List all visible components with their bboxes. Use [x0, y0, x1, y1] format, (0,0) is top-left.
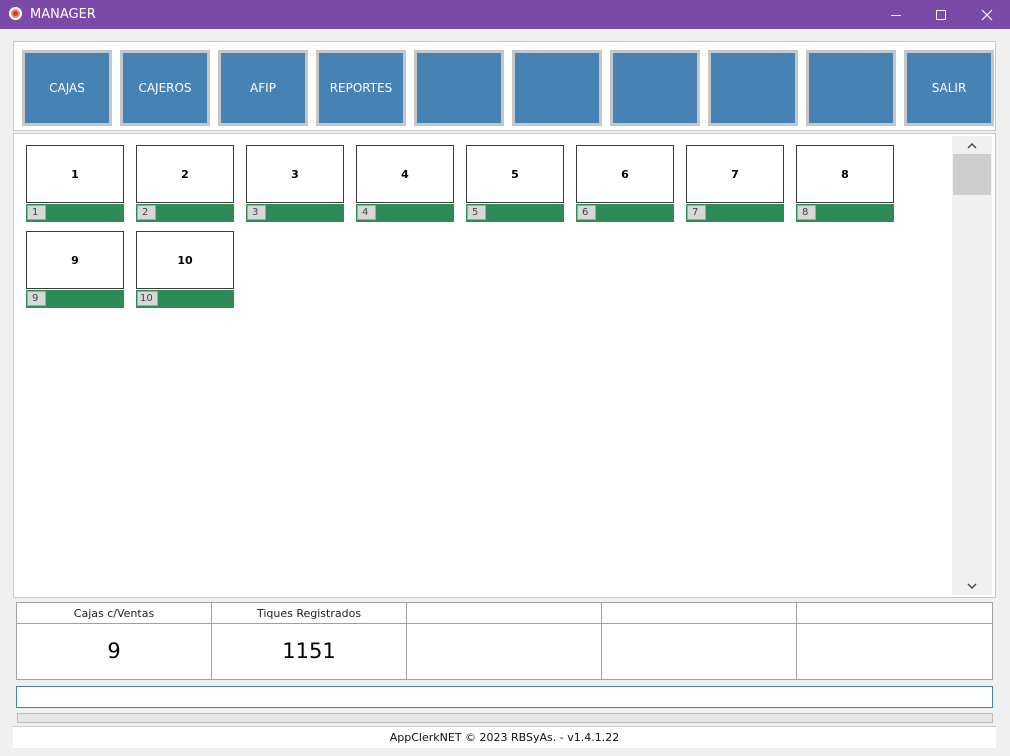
register-title: 7 — [686, 145, 784, 203]
register-tile-2[interactable]: 2 2 — [136, 145, 234, 222]
register-title: 9 — [26, 231, 124, 289]
title-bar: MANAGER — [0, 0, 1010, 29]
register-title: 1 — [26, 145, 124, 203]
stat-empty-3 — [407, 603, 602, 679]
afip-button[interactable]: AFIP — [218, 50, 308, 126]
register-badge: 9 — [27, 291, 46, 306]
register-title: 2 — [136, 145, 234, 203]
stat-label — [407, 603, 601, 624]
registers-grid: 1 1 2 2 3 3 4 4 5 5 6 6 7 7 8 8 9 9 10 1… — [13, 133, 996, 598]
register-title: 3 — [246, 145, 344, 203]
register-tile-1[interactable]: 1 1 — [26, 145, 124, 222]
register-title: 4 — [356, 145, 454, 203]
stat-empty-4 — [602, 603, 797, 679]
stat-label — [602, 603, 796, 624]
register-status-bar: 6 — [576, 204, 674, 222]
chevron-down-icon — [967, 583, 977, 589]
register-status-bar: 1 — [26, 204, 124, 222]
cajeros-button[interactable]: CAJEROS — [120, 50, 210, 126]
register-badge: 6 — [577, 205, 596, 220]
register-status-bar: 5 — [466, 204, 564, 222]
register-badge: 7 — [687, 205, 706, 220]
register-tile-5[interactable]: 5 5 — [466, 145, 564, 222]
scroll-down-button[interactable] — [952, 577, 992, 595]
maximize-button[interactable] — [918, 0, 964, 29]
register-status-bar: 10 — [136, 290, 234, 308]
stat-value: 1151 — [282, 639, 336, 663]
toolbar-button-8[interactable] — [708, 50, 798, 126]
minimize-icon — [891, 14, 901, 16]
register-badge: 8 — [797, 205, 816, 220]
register-badge: 2 — [137, 205, 156, 220]
register-status-bar: 4 — [356, 204, 454, 222]
stat-value: 9 — [107, 639, 121, 663]
scroll-up-button[interactable] — [952, 136, 992, 154]
scroll-thumb[interactable] — [953, 154, 991, 195]
app-logo-icon — [9, 7, 22, 20]
stat-cajas-con-ventas: Cajas c/Ventas 9 — [17, 603, 212, 679]
toolbar: CAJAS CAJEROS AFIP REPORTES SALIR — [13, 41, 996, 131]
register-title: 8 — [796, 145, 894, 203]
register-status-bar: 9 — [26, 290, 124, 308]
stat-value — [797, 624, 992, 679]
register-badge: 4 — [357, 205, 376, 220]
register-title: 5 — [466, 145, 564, 203]
stat-empty-5 — [797, 603, 992, 679]
toolbar-button-5[interactable] — [414, 50, 504, 126]
stat-label — [797, 603, 992, 624]
register-badge: 3 — [247, 205, 266, 220]
command-input[interactable] — [16, 686, 993, 708]
register-tile-3[interactable]: 3 3 — [246, 145, 344, 222]
stats-panel: Cajas c/Ventas 9 Tiques Registrados 1151 — [16, 602, 993, 680]
footer-copyright: AppClerkNET © 2023 RBSyAs. - v1.4.1.22 — [13, 726, 996, 748]
register-tile-6[interactable]: 6 6 — [576, 145, 674, 222]
register-badge: 5 — [467, 205, 486, 220]
close-icon — [981, 9, 993, 20]
toolbar-button-6[interactable] — [512, 50, 602, 126]
chevron-up-icon — [967, 142, 977, 148]
close-button[interactable] — [964, 0, 1010, 29]
register-status-bar: 7 — [686, 204, 784, 222]
register-tile-7[interactable]: 7 7 — [686, 145, 784, 222]
maximize-icon — [936, 9, 946, 20]
progress-bar — [17, 713, 993, 723]
register-badge: 10 — [137, 291, 158, 306]
register-tile-8[interactable]: 8 8 — [796, 145, 894, 222]
register-title: 6 — [576, 145, 674, 203]
register-status-bar: 3 — [246, 204, 344, 222]
toolbar-button-9[interactable] — [806, 50, 896, 126]
register-status-bar: 2 — [136, 204, 234, 222]
minimize-button[interactable] — [873, 0, 919, 29]
stat-label: Tiques Registrados — [212, 603, 406, 624]
window-title: MANAGER — [30, 7, 96, 22]
register-tile-10[interactable]: 10 10 — [136, 231, 234, 308]
stat-value — [407, 624, 601, 679]
stat-value — [602, 624, 796, 679]
salir-button[interactable]: SALIR — [904, 50, 994, 126]
cajas-button[interactable]: CAJAS — [22, 50, 112, 126]
register-status-bar: 8 — [796, 204, 894, 222]
register-badge: 1 — [27, 205, 46, 220]
reportes-button[interactable]: REPORTES — [316, 50, 406, 126]
register-tile-4[interactable]: 4 4 — [356, 145, 454, 222]
stat-tiques-registrados: Tiques Registrados 1151 — [212, 603, 407, 679]
register-title: 10 — [136, 231, 234, 289]
register-tile-9[interactable]: 9 9 — [26, 231, 124, 308]
toolbar-button-7[interactable] — [610, 50, 700, 126]
stat-label: Cajas c/Ventas — [17, 603, 211, 624]
vertical-scrollbar[interactable] — [952, 136, 992, 595]
